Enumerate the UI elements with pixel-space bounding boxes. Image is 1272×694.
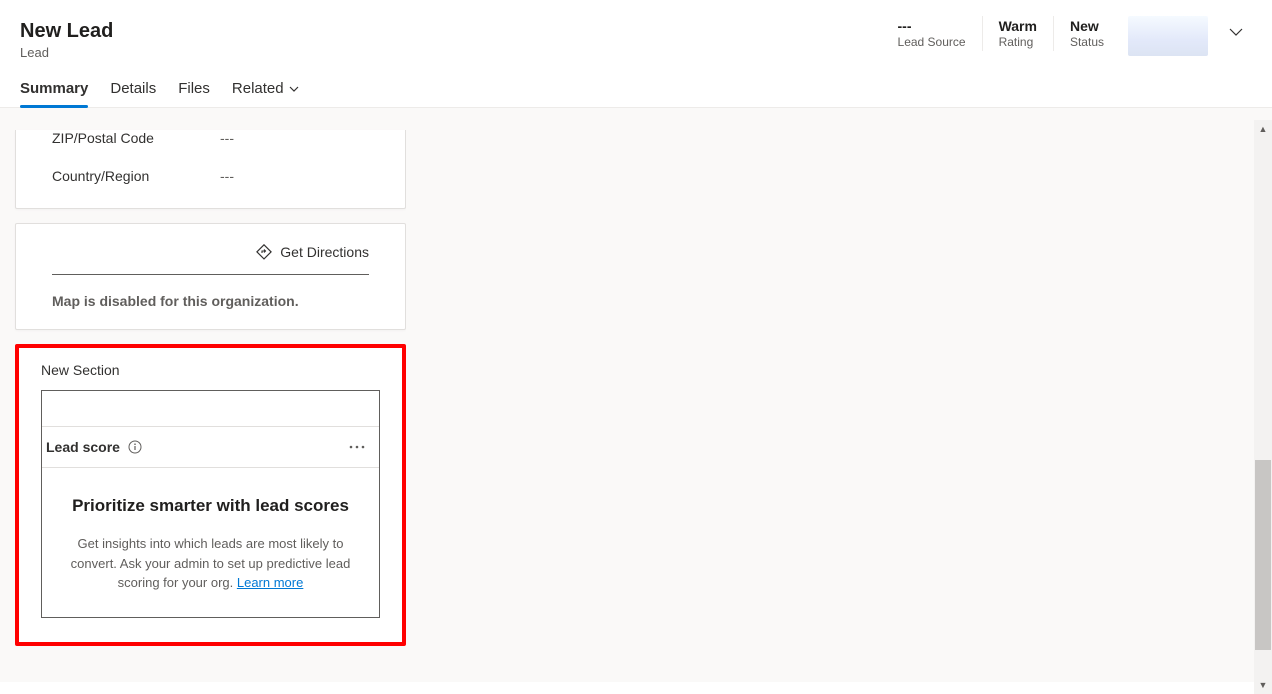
header-field-rating[interactable]: Warm Rating	[982, 16, 1053, 51]
header-field-label: Status	[1070, 35, 1104, 49]
main-empty-area	[406, 108, 1272, 682]
info-icon[interactable]	[128, 440, 142, 454]
chevron-down-icon	[288, 83, 300, 95]
address-row-zip[interactable]: ZIP/Postal Code ---	[52, 130, 369, 146]
page-subtitle: Lead	[20, 45, 113, 60]
chevron-down-icon	[1228, 24, 1244, 40]
learn-more-link[interactable]: Learn more	[237, 575, 303, 590]
scroll-down-arrow[interactable]: ▼	[1254, 676, 1272, 694]
address-row-country[interactable]: Country/Region ---	[52, 168, 369, 184]
vertical-scrollbar[interactable]: ▲ ▼	[1254, 120, 1272, 694]
header-image-placeholder	[1128, 16, 1208, 56]
header-expand-button[interactable]	[1220, 16, 1252, 48]
more-options-button[interactable]	[349, 445, 365, 449]
get-directions-label: Get Directions	[280, 244, 369, 260]
header-field-label: Rating	[999, 35, 1037, 49]
field-label: Country/Region	[52, 168, 220, 184]
tab-related[interactable]: Related	[232, 70, 300, 107]
header-field-value: Warm	[999, 18, 1037, 34]
tab-details[interactable]: Details	[110, 70, 156, 107]
more-horizontal-icon	[349, 445, 365, 449]
lead-score-title: Lead score	[46, 439, 120, 455]
section-title: New Section	[19, 356, 402, 384]
header-field-label: Lead Source	[898, 35, 966, 49]
lead-score-blank-row	[42, 391, 379, 427]
field-label: ZIP/Postal Code	[52, 130, 220, 146]
lead-score-description: Get insights into which leads are most l…	[56, 534, 365, 593]
map-disabled-message: Map is disabled for this organization.	[52, 293, 369, 309]
scroll-thumb[interactable]	[1255, 460, 1271, 650]
directions-icon	[256, 244, 272, 260]
header-field-value: ---	[898, 18, 966, 34]
scroll-up-arrow[interactable]: ▲	[1254, 120, 1272, 138]
header-field-lead-source[interactable]: --- Lead Source	[882, 16, 982, 51]
tab-bar: Summary Details Files Related	[0, 70, 1272, 108]
map-card: Get Directions Map is disabled for this …	[15, 223, 406, 330]
header-field-value: New	[1070, 18, 1104, 34]
get-directions-button[interactable]: Get Directions	[52, 244, 369, 275]
address-card: ZIP/Postal Code --- Country/Region ---	[15, 130, 406, 209]
field-value: ---	[220, 168, 234, 184]
lead-score-headline: Prioritize smarter with lead scores	[56, 496, 365, 516]
header-field-status[interactable]: New Status	[1053, 16, 1120, 51]
tab-summary[interactable]: Summary	[20, 70, 88, 107]
lead-score-card: Lead score Prioritize smarter with lead …	[41, 390, 380, 618]
page-title: New Lead	[20, 20, 113, 43]
highlighted-section: New Section Lead score Prioritize smarte…	[15, 344, 406, 646]
field-value: ---	[220, 130, 234, 146]
tab-files[interactable]: Files	[178, 70, 210, 107]
